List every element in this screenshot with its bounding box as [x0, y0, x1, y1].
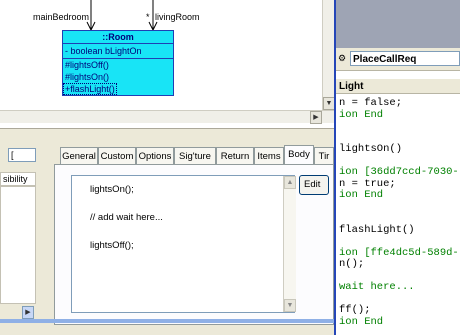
association-label-livingroom: livingRoom	[155, 12, 200, 22]
body-tab-content: lightsOn(); // add wait here... lightsOff(…	[54, 164, 334, 325]
code-line: ion [36dd7ccd-7030-	[339, 166, 459, 178]
body-line: // add wait here...	[90, 212, 163, 223]
association-label-mainbedroom: mainBedroom	[33, 12, 90, 22]
code-view-pane: ⚙ PlaceCallReq Light n = false; ion End li…	[334, 0, 460, 335]
name-row: ⚙ PlaceCallReq	[336, 48, 460, 71]
body-line	[90, 226, 163, 238]
code-listing[interactable]: n = false; ion End lightsOn() ion [36dd7ccd…	[339, 97, 459, 328]
body-line	[90, 198, 163, 210]
tab-custom[interactable]: Custom	[98, 147, 136, 164]
scroll-right-small-icon[interactable]: ▶	[22, 306, 34, 319]
diagram-horizontal-scrollbar[interactable]: ▶	[0, 110, 334, 124]
scroll-right-icon[interactable]: ▶	[310, 111, 322, 124]
diagram-canvas[interactable]: mainBedroom * livingRoom ::Room - boolea…	[0, 0, 335, 110]
class-operations: #lightsOff() #lightsOn() +flashLight()	[63, 59, 173, 95]
edit-button[interactable]: Edit	[299, 175, 329, 195]
uml-class-room[interactable]: ::Room - boolean bLightOn #lightsOff() #…	[62, 30, 174, 96]
left-field[interactable]: [	[8, 148, 36, 162]
body-code-editor[interactable]: lightsOn(); // add wait here... lightsOff(…	[71, 175, 296, 313]
operation-icon: ⚙	[338, 53, 347, 63]
code-line: n = false;	[339, 97, 403, 109]
tab-timing[interactable]: Tir	[314, 147, 334, 164]
body-line: lightsOff();	[90, 240, 134, 251]
scroll-down-icon[interactable]: ▼	[284, 299, 296, 312]
left-list[interactable]	[0, 186, 36, 304]
tab-control: General Custom Options Sig'ture Return I…	[54, 145, 334, 325]
left-properties-column: [ sibility ▶	[0, 146, 40, 319]
editor-vertical-scrollbar[interactable]: ▲ ▼	[283, 176, 296, 312]
code-class-header: Light	[336, 79, 460, 94]
tab-items[interactable]: Items	[254, 147, 284, 164]
operation-lightsoff[interactable]: #lightsOff()	[63, 59, 173, 71]
tab-body[interactable]: Body	[284, 145, 314, 165]
tab-return[interactable]: Return	[216, 147, 254, 164]
code-line: flashLight()	[339, 223, 415, 236]
class-attribute[interactable]: - boolean bLightOn	[63, 44, 173, 59]
tab-general[interactable]: General	[60, 147, 98, 164]
association-multiplicity: *	[146, 12, 150, 22]
panel-bottom-edge	[0, 319, 334, 323]
properties-panel: [ sibility ▶ General Custom Options Sig'…	[0, 134, 334, 335]
class-name[interactable]: ::Room	[63, 31, 173, 44]
code-line: ff();	[339, 304, 371, 316]
code-line: lightsOn()	[339, 143, 403, 155]
code-line: ion End	[339, 315, 384, 328]
code-line: ion End	[339, 189, 384, 201]
tab-signature[interactable]: Sig'ture	[174, 147, 216, 164]
body-line: lightsOn();	[90, 184, 134, 195]
body-code-lines: lightsOn(); // add wait here... lightsOff(…	[90, 184, 163, 254]
scroll-up-icon[interactable]: ▲	[284, 176, 296, 189]
code-pane-titlebar	[336, 0, 460, 48]
code-line: ion End	[339, 108, 384, 121]
operation-lightson[interactable]: #lightsOn()	[63, 71, 173, 83]
tab-options[interactable]: Options	[136, 147, 174, 164]
name-field[interactable]: PlaceCallReq	[350, 51, 460, 66]
code-line: wait here...	[339, 281, 415, 293]
code-line: n();	[339, 258, 365, 270]
operation-flashlight[interactable]: +flashLight()	[63, 83, 117, 95]
visibility-label: sibility	[0, 172, 36, 186]
